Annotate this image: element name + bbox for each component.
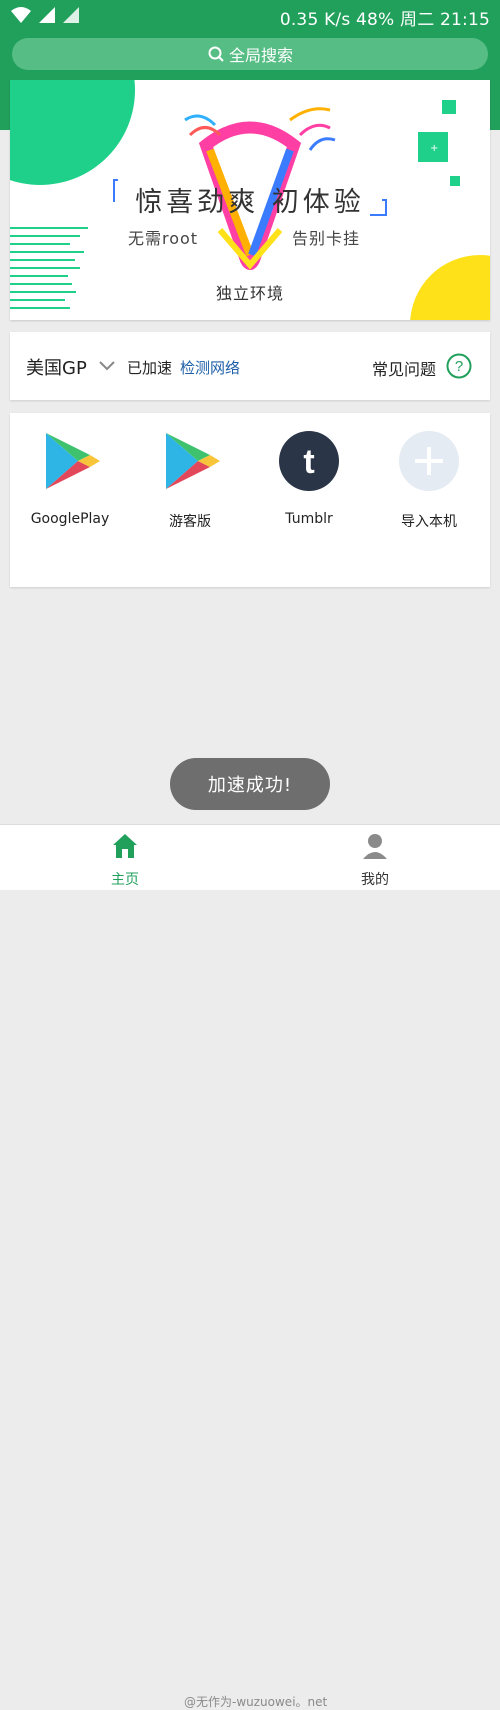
google-play-icon [38,429,102,493]
bottom-nav: 主页 我的 @无作为-wuzuowei。net [0,824,500,1709]
search-label: 全局搜索 [228,46,293,65]
chevron-down-icon[interactable] [98,356,116,374]
tumblr-icon: t [277,429,341,493]
app-googleplay[interactable]: GooglePlay [20,429,120,527]
banner-title: 惊喜劲爽 初体验 [135,187,365,218]
app-label: 游客版 [169,514,211,530]
status-bar: 0.35 K/s 48% 周二 21:15 [0,0,500,32]
toast-message: 加速成功! [170,758,330,810]
search-icon [208,46,224,62]
app-guest[interactable]: 游客版 [140,429,240,531]
banner-subtitle-right: 告别卡挂 [292,229,361,248]
acceleration-status: 已加速 [127,359,173,377]
nav-home-label: 主页 [111,872,139,888]
add-icon [397,429,461,493]
signal-icon [63,7,79,23]
app-label: GooglePlay [30,511,110,527]
help-icon[interactable]: ? [446,353,472,379]
faq-link[interactable]: 常见问题 [372,356,436,380]
home-icon [113,834,137,858]
promo-banner[interactable]: + 惊喜劲爽 初体验 无需root 告别卡挂 独立环境 [10,80,490,320]
nav-mine[interactable]: 我的 [335,831,415,889]
app-label: 导入本机 [401,514,457,530]
banner-subtitle-left: 无需root [128,229,199,248]
region-selector[interactable]: 美国GP [26,354,87,380]
nav-mine-label: 我的 [361,872,389,888]
watermark-text: @无作为-wuzuowei。net [184,1695,328,1709]
check-network-link[interactable]: 检测网络 [180,357,240,378]
svg-text:?: ? [455,358,463,375]
user-icon [363,834,387,859]
status-icons [10,6,80,24]
svg-text:t: t [303,443,314,481]
app-label: Tumblr [285,511,333,527]
banner-bottom-text: 独立环境 [215,284,284,303]
google-play-icon [158,429,222,493]
global-search-bar[interactable]: 全局搜索 [12,38,488,70]
app-tumblr[interactable]: t Tumblr [259,429,359,527]
signal-icon [39,7,55,23]
region-card: 美国GP 已加速 检测网络 常见问题 ? [10,332,490,400]
svg-text:+: + [430,143,438,154]
nav-home[interactable]: 主页 [85,831,165,889]
apps-card: GooglePlay 游客版 t Tumblr 导入本机 [10,413,490,587]
import-local-app[interactable]: 导入本机 [379,429,479,531]
wifi-icon [11,7,31,23]
status-text: 0.35 K/s 48% 周二 21:15 [279,10,490,30]
